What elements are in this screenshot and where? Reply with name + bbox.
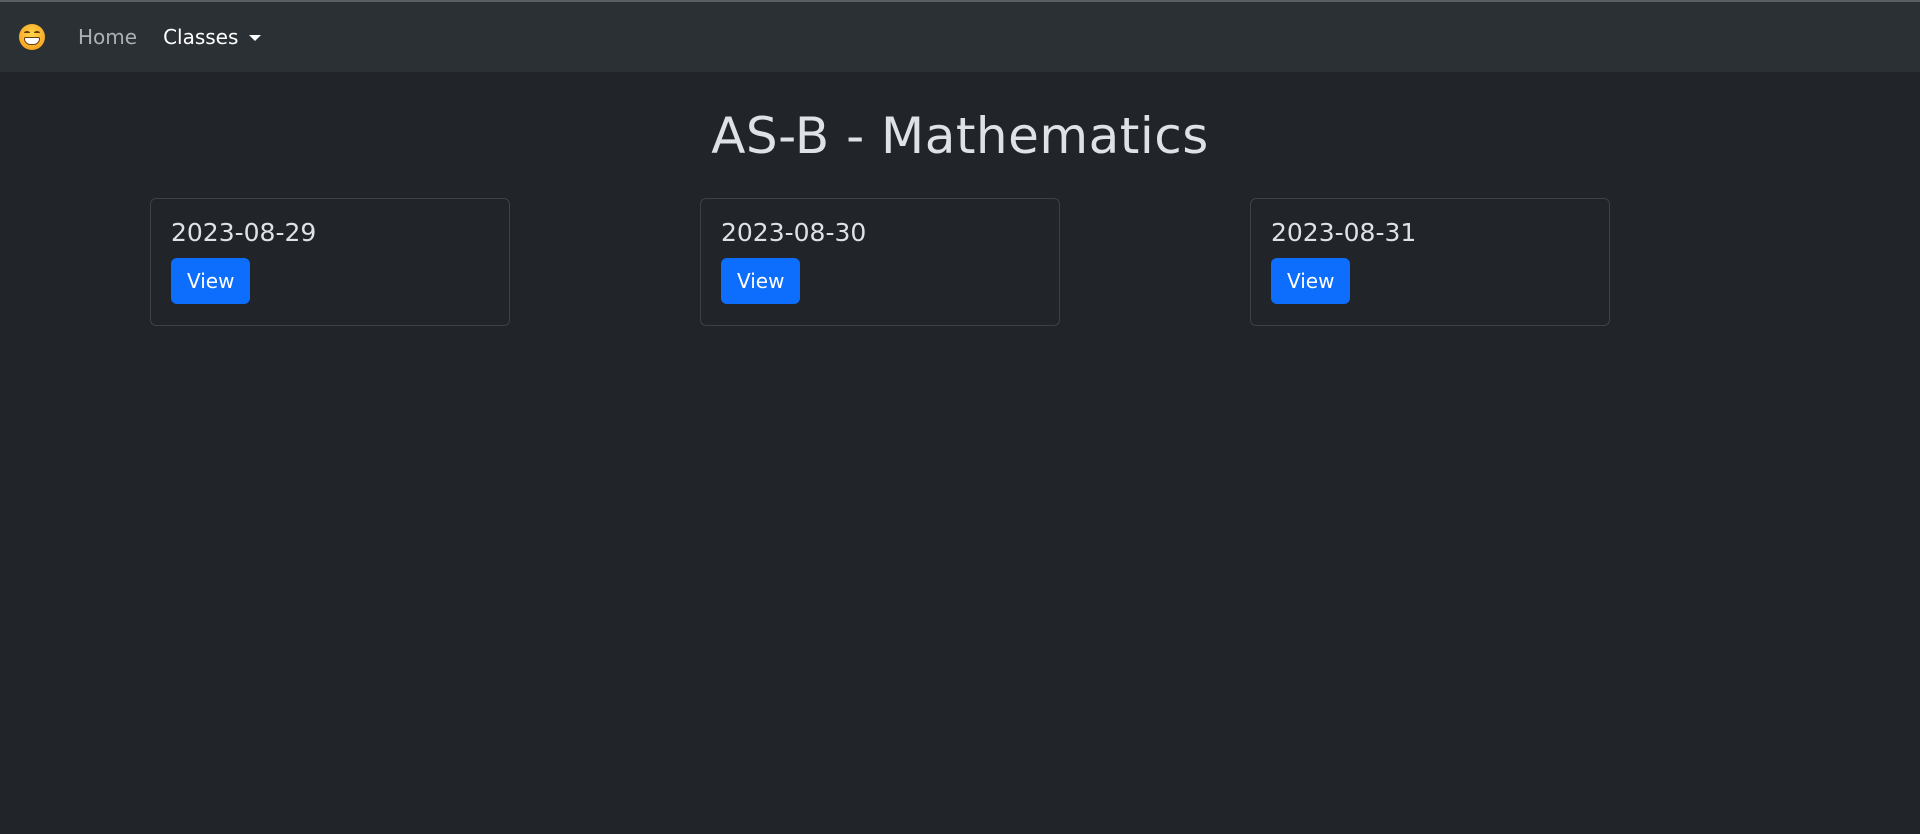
grinning-face-icon[interactable] xyxy=(19,24,45,50)
view-button[interactable]: View xyxy=(1271,258,1351,304)
session-card: 2023-08-29 View xyxy=(150,198,510,326)
session-card: 2023-08-30 View xyxy=(700,198,1060,326)
session-card: 2023-08-31 View xyxy=(1250,198,1610,326)
nav-classes-dropdown[interactable]: Classes xyxy=(163,25,262,49)
brand-mouth xyxy=(24,37,40,45)
session-date: 2023-08-30 xyxy=(721,218,867,247)
caret-down-icon xyxy=(249,35,262,41)
nav-classes-label: Classes xyxy=(163,25,239,49)
view-button[interactable]: View xyxy=(171,258,251,304)
page-title: AS-B - Mathematics xyxy=(711,107,1209,165)
brand-eye-right xyxy=(34,31,40,35)
brand-eye-left xyxy=(24,31,30,35)
nav-home-link[interactable]: Home xyxy=(78,25,137,49)
session-date: 2023-08-29 xyxy=(171,218,317,247)
session-cards: 2023-08-29 View 2023-08-30 View 2023-08-… xyxy=(0,198,1920,338)
session-date: 2023-08-31 xyxy=(1271,218,1417,247)
view-button[interactable]: View xyxy=(721,258,801,304)
top-navbar: Home Classes xyxy=(0,2,1920,72)
